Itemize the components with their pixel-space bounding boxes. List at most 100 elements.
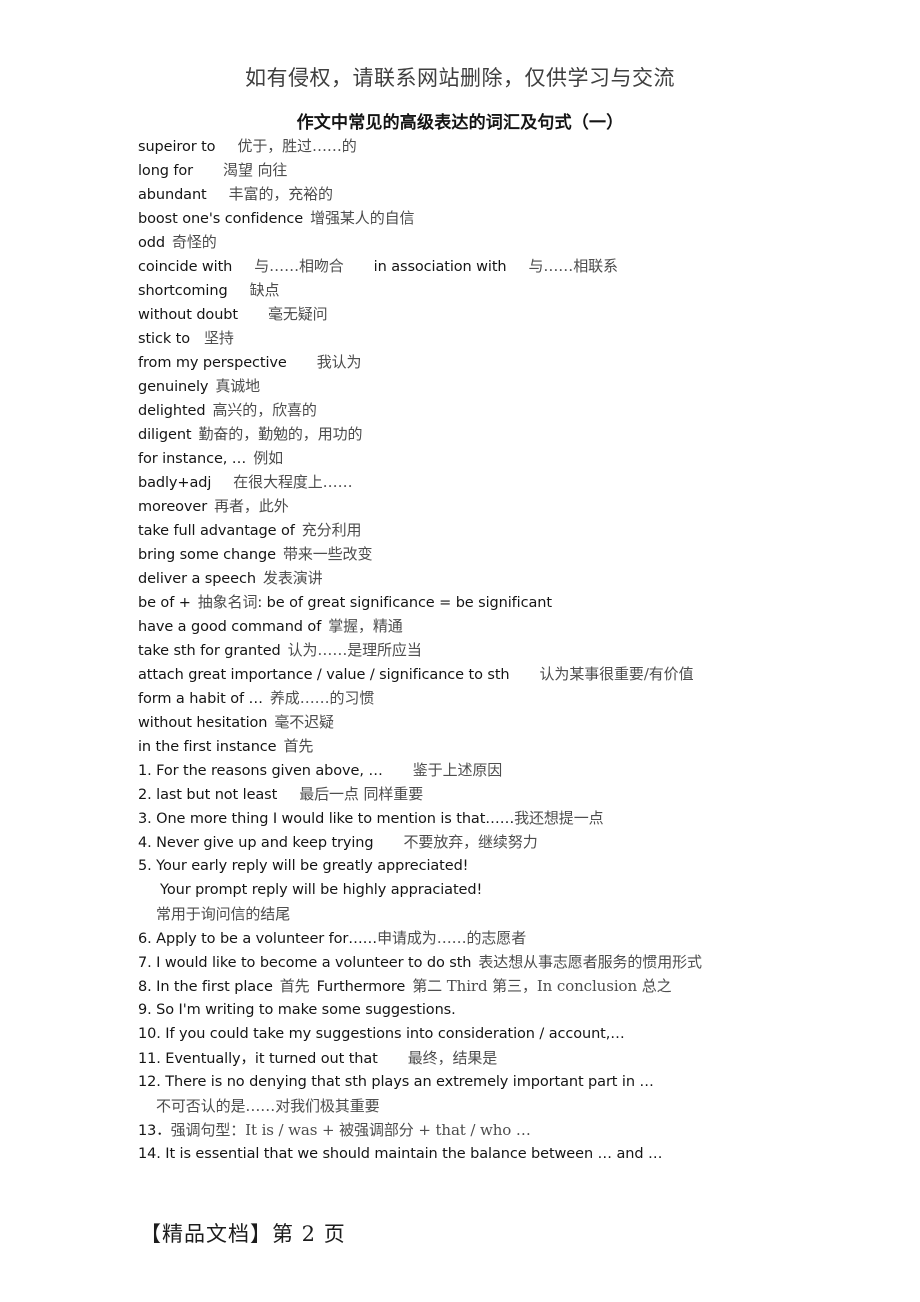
entry-line: Your prompt reply will be highly appraci…	[138, 878, 838, 902]
entry-english: 5. Your early reply will be greatly appr…	[138, 858, 469, 874]
entry-chinese: 与……相吻合	[254, 257, 344, 275]
entry-chinese: 勤奋的，勤勉的，用功的	[198, 425, 363, 443]
entry-line: supeiror to 优于，胜过……的	[138, 134, 838, 158]
entry-english: 10. If you could take my suggestions int…	[138, 1026, 625, 1042]
entry-chinese-secondary: 与……相联系	[528, 257, 619, 275]
entry-line: deliver a speech 发表演讲	[138, 566, 838, 590]
entry-english: have a good command of	[138, 619, 322, 635]
entry-line: in the first instance 首先	[138, 734, 838, 758]
entry-english: moreover	[138, 499, 208, 515]
entry-line: take full advantage of 充分利用	[138, 518, 838, 542]
entry-line: odd 奇怪的	[138, 230, 838, 254]
entry-chinese: 高兴的，欣喜的	[212, 401, 317, 419]
entry-line: delighted 高兴的，欣喜的	[138, 398, 838, 422]
entry-chinese: 奇怪的	[171, 233, 217, 251]
entry-chinese-secondary: 第二 Third 第三，In conclusion 总之	[412, 977, 672, 995]
entry-english: for instance, …	[138, 451, 247, 467]
entry-english: without hesitation	[138, 715, 268, 731]
entry-line: 3. One more thing I would like to mentio…	[138, 806, 838, 830]
entry-english: long for	[138, 163, 194, 179]
entry-line: bring some change 带来一些改变	[138, 542, 838, 566]
entry-chinese: 不要放弃，继续努力	[403, 833, 538, 851]
entry-english: diligent	[138, 427, 192, 443]
entry-english: Your prompt reply will be highly appraci…	[160, 882, 483, 898]
entry-english: take sth for granted	[138, 643, 281, 659]
entry-english: 6. Apply to be a volunteer for……	[138, 931, 378, 947]
entry-line: 4. Never give up and keep trying 不要放弃，继续努…	[138, 830, 838, 854]
entry-line: 不可否认的是……对我们极其重要	[138, 1094, 838, 1118]
entry-line: 5. Your early reply will be greatly appr…	[138, 854, 838, 878]
entry-line: stick to 坚持	[138, 326, 838, 350]
entry-chinese: 掌握，精通	[328, 617, 403, 635]
entry-chinese: 在很大程度上……	[233, 473, 353, 491]
page-title: 作文中常见的高级表达的词汇及句式（一）	[296, 113, 624, 133]
entry-english: deliver a speech	[138, 571, 256, 587]
entry-english: in the first instance	[138, 739, 277, 755]
entry-english: from my perspective	[138, 355, 287, 371]
entry-chinese: 最终，结果是	[407, 1049, 498, 1067]
entry-line: 2. last but not least 最后一点 同样重要	[138, 782, 838, 806]
entry-line: attach great importance / value / signif…	[138, 662, 838, 686]
entry-english: 8. In the first place	[138, 979, 273, 995]
entry-line: be of + 抽象名词: be of great significance = …	[138, 590, 838, 614]
entry-english-secondary: : be of great significance = be signific…	[257, 595, 552, 611]
entry-english: form a habit of …	[138, 691, 263, 707]
entry-chinese: 缺点	[249, 281, 280, 299]
document-body: supeiror to 优于，胜过……的 long for 渴望 向往 abundant…	[138, 134, 838, 1166]
entry-chinese: 鉴于上述原因	[412, 761, 503, 779]
page-footer: 【精品文档】第 2 页	[140, 1222, 346, 1246]
entry-chinese: 优于，胜过……的	[237, 137, 357, 155]
entry-english: 1. For the reasons given above, …	[138, 763, 383, 779]
entry-line: 7. I would like to become a volunteer to…	[138, 950, 838, 974]
entry-chinese: 首先	[279, 977, 310, 995]
entry-line: 14. It is essential that we should maint…	[138, 1142, 838, 1166]
entry-chinese: 丰富的，充裕的	[228, 185, 333, 203]
entry-english: delighted	[138, 403, 206, 419]
entry-english: boost one's confidence	[138, 211, 304, 227]
entry-line: 6. Apply to be a volunteer for……申请成为……的志…	[138, 926, 838, 950]
entry-chinese: 例如	[253, 449, 284, 467]
entry-chinese: 真诚地	[215, 377, 261, 395]
entry-chinese: 坚持	[204, 329, 234, 347]
entry-english: be of +	[138, 595, 191, 611]
entry-line: 常用于询问信的结尾	[138, 902, 838, 926]
entry-chinese: 毫不迟疑	[274, 713, 334, 731]
entry-chinese: 养成……的习惯	[269, 689, 375, 707]
entry-line: without doubt 毫无疑问	[138, 302, 838, 326]
entry-line: have a good command of 掌握，精通	[138, 614, 838, 638]
entry-chinese: 我还想提一点	[514, 809, 604, 827]
entry-english: 3. One more thing I would like to mentio…	[138, 811, 515, 827]
entry-line: 10. If you could take my suggestions int…	[138, 1022, 838, 1046]
entry-english: genuinely	[138, 379, 209, 395]
entry-line: from my perspective 我认为	[138, 350, 838, 374]
entry-line: 9. So I'm writing to make some suggestio…	[138, 998, 838, 1022]
entry-chinese: 首先	[283, 737, 314, 755]
entry-english: 7. I would like to become a volunteer to…	[138, 955, 472, 971]
entry-chinese: 抽象名词	[197, 593, 258, 611]
document-page: 如有侵权，请联系网站删除，仅供学习与交流 作文中常见的高级表达的词汇及句式（一）…	[0, 0, 920, 1302]
entry-line: moreover 再者，此外	[138, 494, 838, 518]
entry-english: odd	[138, 235, 165, 251]
entry-chinese: 我认为	[316, 353, 362, 371]
entry-english: supeiror to	[138, 139, 216, 155]
entry-english: bring some change	[138, 547, 276, 563]
entry-chinese: 申请成为……的志愿者	[377, 929, 527, 947]
entry-line: 1. For the reasons given above, … 鉴于上述原因	[138, 758, 838, 782]
entry-english: 11. Eventually，it turned out that	[138, 1051, 378, 1067]
entry-chinese: 毫无疑问	[267, 305, 328, 323]
entry-line: take sth for granted 认为……是理所应当	[138, 638, 838, 662]
entry-line: badly+adj 在很大程度上……	[138, 470, 838, 494]
entry-chinese: 发表演讲	[262, 569, 323, 587]
entry-english: 12. There is no denying that sth plays a…	[138, 1074, 654, 1090]
entry-english: take full advantage of	[138, 523, 295, 539]
entry-line: 8. In the first place 首先 Furthermore 第二 Thi…	[138, 974, 838, 998]
entry-line: abundant 丰富的，充裕的	[138, 182, 838, 206]
entry-line: diligent 勤奋的，勤勉的，用功的	[138, 422, 838, 446]
entry-chinese: 带来一些改变	[282, 545, 373, 563]
entry-line: long for 渴望 向往	[138, 158, 838, 182]
entry-line: for instance, … 例如	[138, 446, 838, 470]
entry-english: abundant	[138, 187, 207, 203]
entry-chinese: 增强某人的自信	[310, 209, 415, 227]
entry-chinese: 充分利用	[301, 521, 362, 539]
entry-english: 13．	[138, 1123, 171, 1139]
